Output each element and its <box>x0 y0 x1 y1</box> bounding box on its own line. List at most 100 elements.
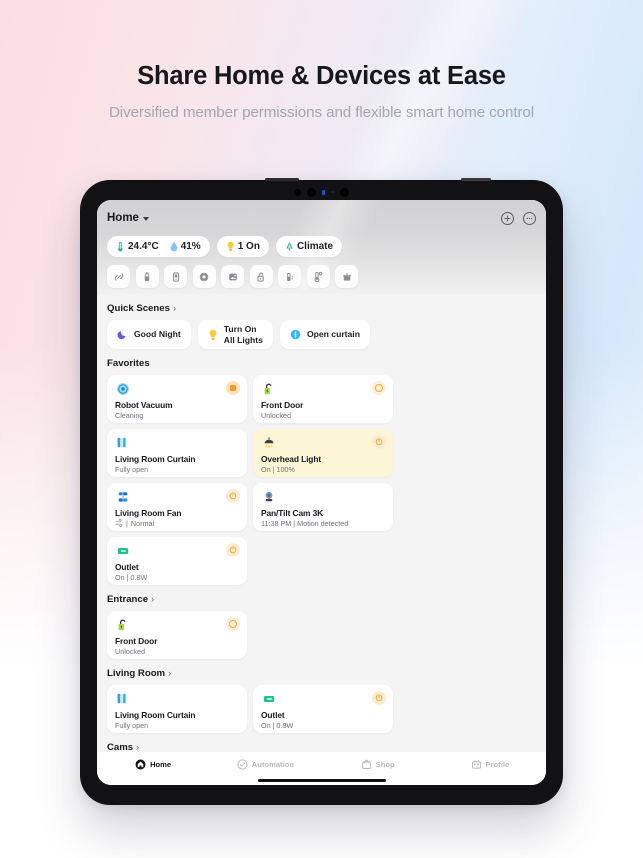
tab-label: Profile <box>485 760 510 769</box>
smart-panel-icon[interactable] <box>164 265 187 288</box>
section-header-living-room[interactable]: Living Room › <box>107 659 536 685</box>
moon-icon <box>117 331 126 340</box>
tablet-top-button <box>265 178 299 181</box>
humidity-drop-icon <box>170 241 177 252</box>
chip-item: 1 On <box>226 241 260 252</box>
device-stop-button[interactable] <box>226 381 240 395</box>
device-power-toggle[interactable]: ⏻ <box>372 691 386 705</box>
scene-label: Open curtain <box>306 329 360 340</box>
device-status-text: On | 0.8W <box>261 720 294 730</box>
device-name: Living Room Curtain <box>115 454 196 464</box>
device-card-living-room-curtain[interactable]: Living Room Curtain Fully open <box>107 685 247 733</box>
scene-label-line: Turn On <box>223 324 257 335</box>
device-name: Living Room Fan <box>115 508 182 518</box>
scene-card-good-night[interactable]: Good Night <box>107 320 191 349</box>
camera-device-icon[interactable] <box>221 265 244 288</box>
device-status: Unlocked <box>115 647 145 656</box>
device-status-text: 11:38 PM | Motion detected <box>261 518 349 528</box>
tab-label: Home <box>150 760 172 769</box>
device-card-robot-vacuum[interactable]: Robot Vacuum Cleaning <box>107 375 247 423</box>
all-devices-icon[interactable] <box>107 265 130 288</box>
camera-lens-icon <box>294 188 302 196</box>
status-chip-lights-on[interactable]: 1 On <box>216 236 269 257</box>
section-title: Cams <box>107 742 134 752</box>
scene-card-turn-on-all-lights[interactable]: Turn On All Lights <box>197 320 273 349</box>
device-card-overhead-light[interactable]: Overhead Light On | 100% ⏻ <box>253 429 393 477</box>
section-title: Quick Scenes <box>107 303 170 314</box>
fan-icon <box>115 489 130 504</box>
device-type-filter-row <box>107 265 536 288</box>
robot-vacuum-icon <box>115 381 130 396</box>
lights-on-value: 1 On <box>237 241 260 252</box>
home-indicator-bar <box>257 778 386 782</box>
home-selector[interactable]: Home <box>107 212 149 224</box>
tablet-device-frame: Home 24.4°C 41% 1 On Climate Quick Scene… <box>80 178 563 805</box>
tab-profile[interactable]: Profile <box>434 759 546 770</box>
outlet-icon <box>261 691 276 706</box>
chevron-right-icon: › <box>168 668 172 678</box>
device-name: Living Room Curtain <box>115 710 196 720</box>
tablet-power-button <box>461 178 491 181</box>
app-content-scroll[interactable]: Quick Scenes › Good Night Turn On All Li… <box>97 294 546 752</box>
device-status-text: Normal <box>130 518 155 528</box>
section-header-entrance[interactable]: Entrance › <box>107 585 536 611</box>
tab-home[interactable]: Home <box>97 759 209 770</box>
temp-sensor-icon[interactable] <box>306 265 330 288</box>
thermometer-icon <box>118 241 123 252</box>
temperature-value: 24.4°C <box>128 241 159 252</box>
outlet-icon <box>115 543 130 558</box>
plus-circle-icon[interactable] <box>501 211 514 225</box>
lock-icon[interactable] <box>249 265 273 288</box>
overhead-light-icon <box>261 435 276 450</box>
device-status-text: Unlocked <box>115 646 145 656</box>
device-card-pan-tilt-cam[interactable]: Pan/Tilt Cam 3K 11:38 PM | Motion detect… <box>253 483 393 531</box>
device-lock-toggle[interactable] <box>226 617 240 631</box>
ring-toggle-icon <box>229 620 237 628</box>
device-lock-toggle[interactable] <box>372 381 386 395</box>
status-chip-climate[interactable]: Climate <box>275 236 343 257</box>
scene-label-line: All Lights <box>223 334 263 345</box>
curtain-circle-icon <box>290 329 301 340</box>
robot-vacuum-icon[interactable] <box>192 265 216 288</box>
status-chip-climate-readout[interactable]: 24.4°C 41% <box>107 236 210 257</box>
device-power-toggle[interactable]: ⏻ <box>372 435 386 449</box>
camera-lens-icon <box>307 187 317 197</box>
device-power-toggle[interactable]: ⏻ <box>226 489 240 503</box>
device-card-outlet[interactable]: Outlet On | 0.8W ⏻ <box>107 537 247 585</box>
air-purifier-icon[interactable] <box>335 265 358 288</box>
shop-icon <box>361 759 372 770</box>
device-status: | Normal <box>115 519 154 528</box>
header-actions <box>501 211 536 225</box>
device-card-front-door[interactable]: Front Door Unlocked <box>107 611 247 659</box>
device-card-front-door[interactable]: Front Door Unlocked <box>253 375 393 423</box>
device-status: On | 0.8W <box>115 573 147 582</box>
quick-scenes-row: Good Night Turn On All Lights Open curta… <box>107 320 536 349</box>
chip-item: 24.4°C <box>116 241 159 252</box>
bottom-tab-bar: Home Automation Shop Profile <box>97 752 546 785</box>
camera-icon <box>261 489 276 504</box>
tablet-camera-cluster <box>80 187 563 197</box>
section-title: Entrance <box>107 594 149 605</box>
sensor-dot-icon <box>331 190 334 194</box>
device-name: Overhead Light <box>261 454 322 464</box>
device-status-text: Fully open <box>115 720 149 730</box>
entrance-device-grid: Front Door Unlocked <box>107 611 536 659</box>
scene-card-open-curtain[interactable]: Open curtain <box>279 320 370 349</box>
climate-label: Climate <box>296 241 334 252</box>
more-circle-icon[interactable] <box>523 211 536 225</box>
device-status: On | 100% <box>261 465 295 474</box>
tab-shop[interactable]: Shop <box>322 759 434 770</box>
home-name-label: Home <box>107 212 139 224</box>
camera-lens-icon <box>339 187 349 197</box>
device-card-living-room-curtain[interactable]: Living Room Curtain Fully open <box>107 429 247 477</box>
device-name: Pan/Tilt Cam 3K <box>261 508 324 518</box>
device-card-outlet[interactable]: Outlet On | 0.8W ⏻ <box>253 685 393 733</box>
battery-device-icon[interactable] <box>135 265 159 288</box>
socket-icon[interactable] <box>278 265 301 288</box>
device-power-toggle[interactable]: ⏻ <box>226 543 240 557</box>
device-card-living-room-fan[interactable]: Living Room Fan | Normal ⏻ <box>107 483 247 531</box>
section-header-quick-scenes[interactable]: Quick Scenes › <box>107 294 536 320</box>
stop-square-icon <box>230 385 236 391</box>
section-header-cams[interactable]: Cams › <box>107 733 536 752</box>
tab-automation[interactable]: Automation <box>209 759 321 770</box>
